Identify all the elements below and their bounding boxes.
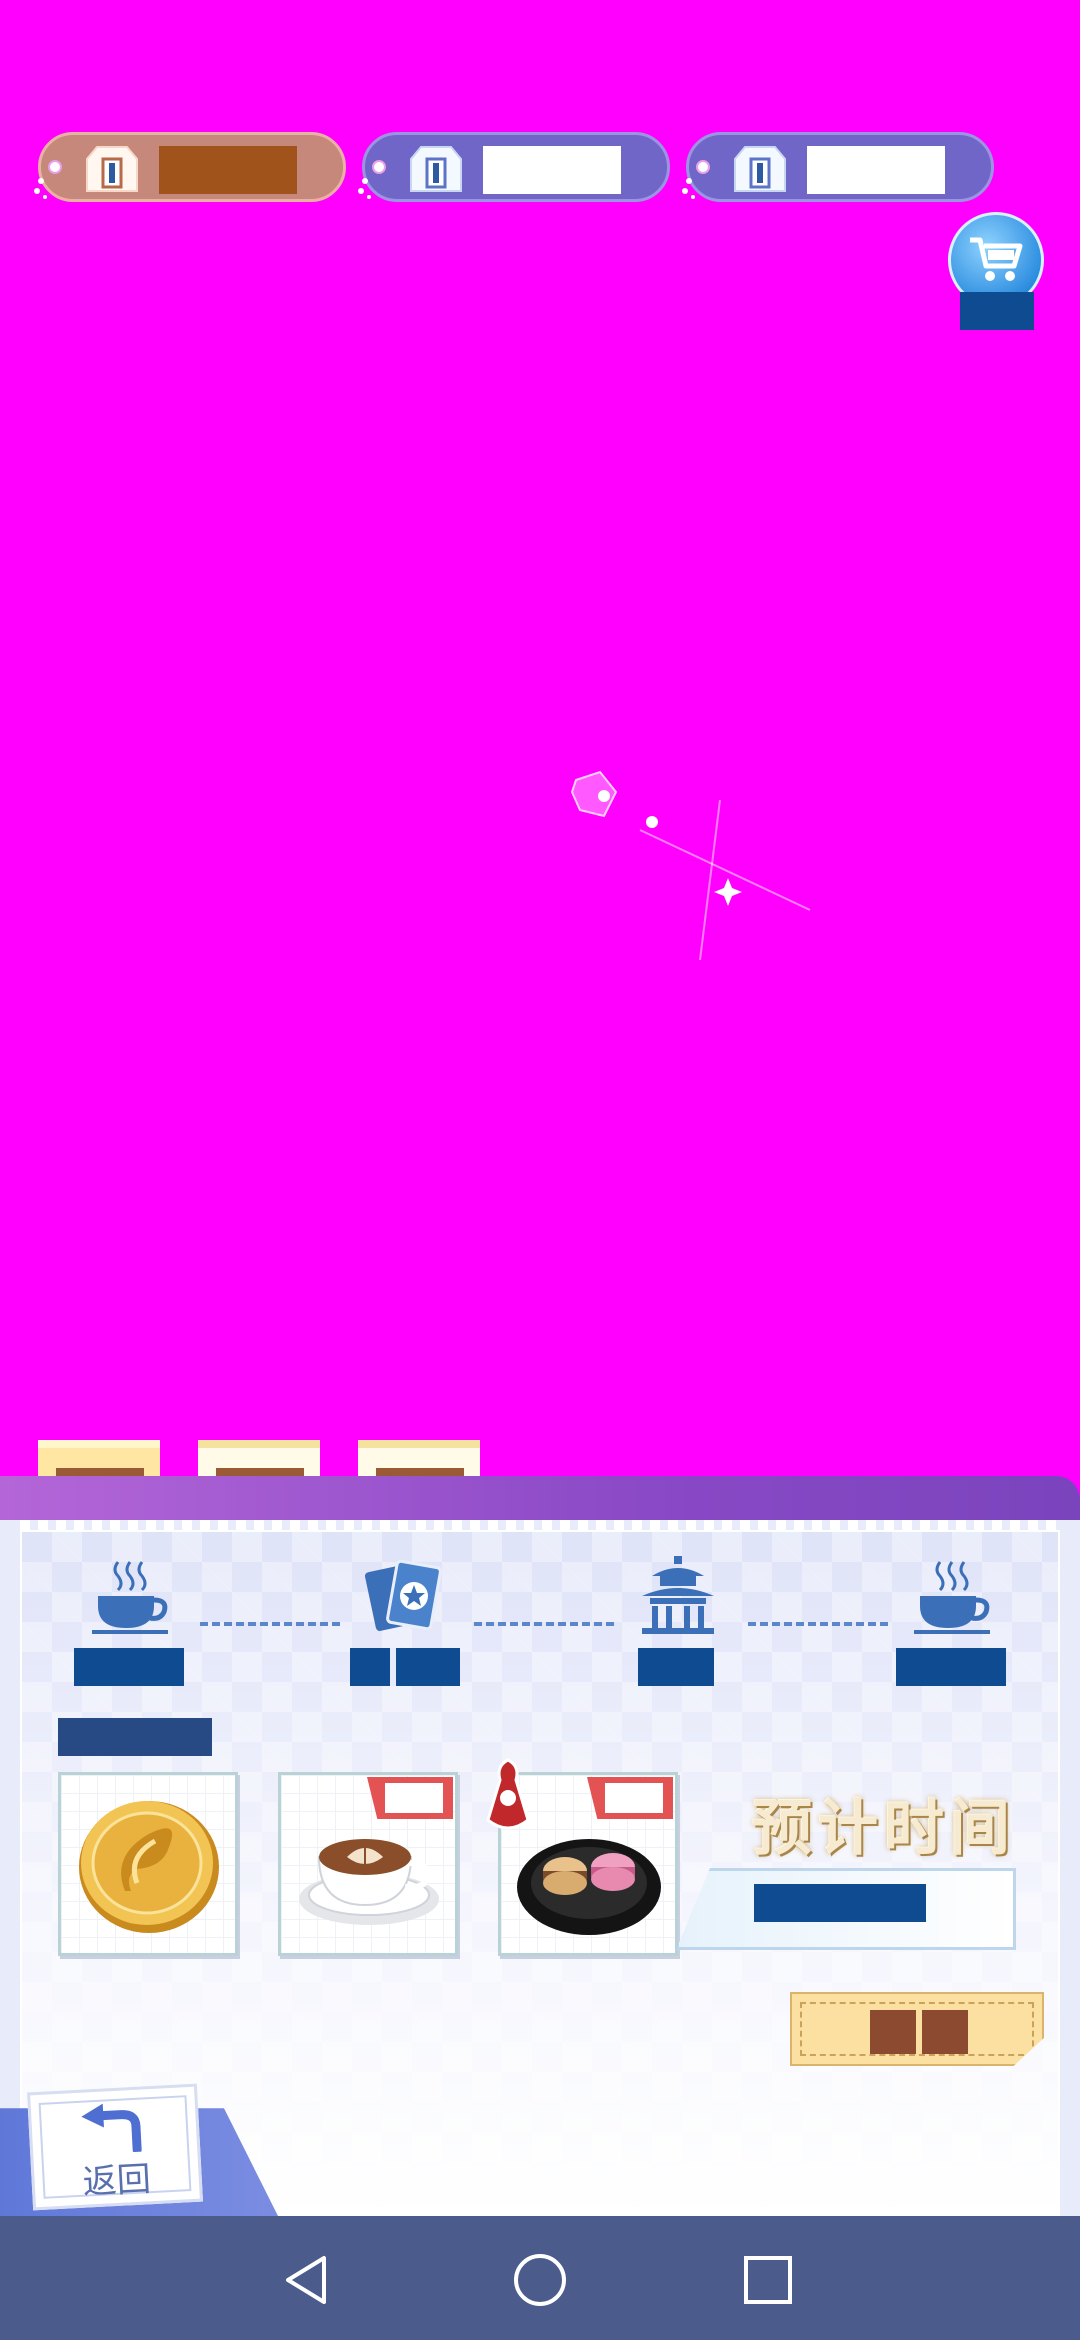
currency-bar-2[interactable] bbox=[358, 132, 670, 202]
home-circle-icon[interactable] bbox=[512, 2252, 568, 2308]
currency-bar-1[interactable] bbox=[34, 132, 346, 202]
item-badge bbox=[587, 1777, 673, 1819]
recents-square-icon[interactable] bbox=[740, 2252, 796, 2308]
currency-value bbox=[159, 146, 297, 194]
item-card-coin[interactable] bbox=[58, 1772, 238, 1956]
confirm-label bbox=[870, 2010, 968, 2054]
gem-box-icon bbox=[410, 146, 462, 192]
coffee-cup-icon bbox=[92, 1561, 168, 1634]
item-card-latte[interactable] bbox=[278, 1772, 458, 1956]
pavilion-icon bbox=[642, 1556, 714, 1634]
coffee-cup-icon bbox=[914, 1561, 990, 1634]
item-badge-label bbox=[605, 1783, 663, 1813]
return-arrow-icon bbox=[81, 2103, 142, 2155]
bubbles-decoration-icon bbox=[682, 160, 710, 199]
currency-bar-3[interactable] bbox=[682, 132, 994, 202]
route-node-label bbox=[896, 1648, 1006, 1686]
estimate-title: 预计时间 bbox=[752, 1794, 1016, 1864]
route-status bbox=[58, 1718, 212, 1756]
bubbles-decoration-icon bbox=[358, 160, 386, 199]
route-connector bbox=[474, 1622, 614, 1626]
confirm-button[interactable] bbox=[790, 1992, 1044, 2066]
item-badge bbox=[367, 1777, 453, 1819]
route-node-label bbox=[350, 1648, 460, 1686]
shop-label bbox=[960, 292, 1034, 330]
back-button[interactable]: 返回 bbox=[27, 2083, 203, 2211]
route-connector bbox=[200, 1622, 340, 1626]
gold-coin-icon bbox=[79, 1801, 219, 1933]
bubbles-decoration-icon bbox=[34, 160, 62, 199]
gem-box-icon bbox=[734, 146, 786, 192]
locked-tag-icon bbox=[486, 1758, 530, 1830]
estimate-value bbox=[754, 1884, 926, 1922]
route-node-label bbox=[74, 1648, 184, 1686]
route-connector bbox=[748, 1622, 888, 1626]
back-triangle-icon[interactable] bbox=[280, 2252, 336, 2308]
back-label: 返回 bbox=[81, 2159, 152, 2203]
currency-value bbox=[483, 146, 621, 194]
shop-button[interactable] bbox=[948, 212, 1044, 332]
gem-box-icon bbox=[86, 146, 138, 192]
sparkle-decoration-icon bbox=[570, 770, 811, 961]
system-nav-bar bbox=[0, 2216, 1080, 2340]
panel-perforation bbox=[20, 1520, 1060, 1532]
shopping-cart-icon bbox=[970, 237, 1023, 281]
item-badge-label bbox=[385, 1783, 443, 1813]
cards-icon bbox=[364, 1559, 442, 1631]
currency-value bbox=[807, 146, 945, 194]
route-node-label bbox=[638, 1648, 714, 1686]
